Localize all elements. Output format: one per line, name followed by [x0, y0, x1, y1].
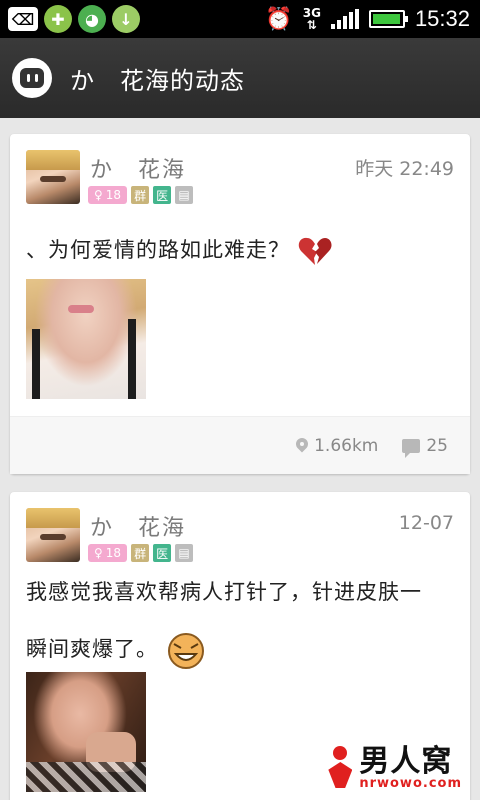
post-time: 昨天 22:49 — [355, 158, 454, 180]
username[interactable]: か 花海 — [90, 510, 186, 542]
female-icon: ♀ — [94, 546, 103, 560]
post-text-line2: 瞬间爽爆了。 — [26, 630, 206, 670]
watermark-logo: 男人窝 nrwowo.com — [325, 746, 462, 790]
app-logo-icon[interactable] — [12, 58, 52, 98]
network-indicator: 3G ⇅ — [302, 6, 321, 32]
group-tag: 群 — [131, 544, 150, 562]
watermark-figure-icon — [325, 746, 355, 790]
user-badges: ♀ 18 群 医 ▤ — [88, 544, 194, 562]
age-badge: ♀ 18 — [88, 544, 128, 562]
medical-tag: 医 — [153, 544, 172, 562]
medical-tag: 医 — [153, 186, 172, 204]
username[interactable]: か 花海 — [90, 152, 186, 184]
post-footer: 1.66km 25 — [10, 416, 470, 474]
post-card[interactable]: か 花海 昨天 22:49 ♀ 18 群 医 ▤ 、为何爱情的路如此难走？ 1.… — [10, 134, 470, 474]
post-text: 、为何爱情的路如此难走？ — [26, 234, 332, 266]
battery-icon — [368, 10, 408, 28]
comment-count[interactable]: 25 — [402, 436, 448, 458]
watermark-text: 男人窝 — [359, 743, 453, 779]
laughing-face-icon — [167, 633, 204, 669]
broken-heart-icon — [298, 237, 332, 265]
watermark-url: nrwowo.com — [359, 775, 462, 791]
post-image[interactable] — [26, 279, 146, 399]
avatar[interactable] — [26, 508, 80, 562]
alarm-icon: ⏰ — [265, 6, 293, 32]
status-bar: ⌫ ✚ ◕ ↓ ⏰ 3G ⇅ 15:32 — [0, 0, 480, 38]
title-bar: か 花海的动态 — [0, 38, 480, 118]
user-badges: ♀ 18 群 医 ▤ — [88, 186, 194, 204]
post-image[interactable] — [26, 672, 146, 792]
avatar[interactable] — [26, 150, 80, 204]
status-time: 15:32 — [414, 6, 470, 31]
page-title: か 花海的动态 — [70, 66, 245, 95]
sd-card-icon: ⌫ — [8, 7, 38, 31]
group-tag: 群 — [131, 186, 150, 204]
post-text-line1: 我感觉我喜欢帮病人打针了，针进皮肤一 — [26, 580, 422, 604]
download-icon: ↓ — [112, 5, 140, 33]
location-pin-icon — [296, 438, 308, 454]
wechat-icon: ◕ — [78, 5, 106, 33]
distance-info: 1.66km — [296, 436, 378, 456]
comment-icon — [402, 438, 421, 458]
photo-tag-icon: ▤ — [175, 186, 194, 204]
signal-icon — [330, 9, 359, 29]
photo-tag-icon: ▤ — [175, 544, 194, 562]
app-plus-icon: ✚ — [44, 5, 72, 33]
female-icon: ♀ — [94, 188, 103, 202]
age-badge: ♀ 18 — [88, 186, 128, 204]
post-time: 12-07 — [398, 512, 454, 534]
